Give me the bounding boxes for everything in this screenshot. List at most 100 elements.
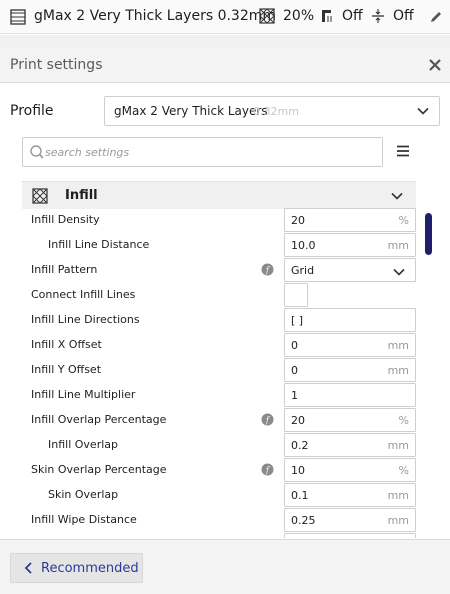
recommended-label: Recommended <box>41 561 139 576</box>
infill-value: 20% <box>283 8 315 24</box>
setting-unit: % <box>398 464 409 477</box>
setting-row: Infill Wipe Distance 0.25 mm <box>0 507 430 532</box>
setting-input[interactable]: 10 % <box>284 458 416 482</box>
setting-label: Skin Overlap <box>48 488 119 501</box>
profile-name: gMax 2 Very Thick Layers <box>114 104 268 118</box>
profile-summary: gMax 2 Very Thick Layers 0.32mm <box>34 8 277 24</box>
panel-title: Print settings <box>10 57 103 73</box>
setting-value: 0 <box>291 364 298 377</box>
setting-input[interactable]: 0.1 mm <box>284 483 416 507</box>
setting-value: Grid <box>291 264 315 277</box>
search-input[interactable] <box>45 142 375 162</box>
setting-row: Connect Infill Lines <box>0 282 430 307</box>
setting-row: Infill Density 20 % <box>0 207 430 232</box>
setting-label: Infill Density <box>31 213 100 226</box>
setting-label: Infill Pattern <box>31 263 98 276</box>
search-icon <box>29 144 45 163</box>
print-settings-header: Print settings <box>0 47 450 83</box>
setting-value: 20 <box>291 214 305 227</box>
setting-input[interactable]: [ ] <box>284 308 416 332</box>
setting-row: Skin Overlap 0.1 mm <box>0 482 430 507</box>
setting-input[interactable]: 0.2 mm <box>284 433 416 457</box>
chevron-left-icon <box>23 561 35 578</box>
chevron-down-icon <box>391 190 403 205</box>
infill-icon <box>32 188 48 207</box>
profile-dropdown[interactable]: gMax 2 Very Thick Layers 0.32mm <box>104 96 440 126</box>
setting-unit: % <box>398 414 409 427</box>
search-box[interactable] <box>22 137 383 167</box>
setting-row: Skin Overlap Percentage f 10 % <box>0 457 430 482</box>
setting-unit: mm <box>387 339 409 352</box>
setting-label: Infill Wipe Distance <box>31 513 137 526</box>
setting-value: 0.2 <box>291 439 309 452</box>
setting-input[interactable]: 10.0 mm <box>284 233 416 257</box>
category-infill[interactable]: Infill <box>22 181 416 209</box>
chevron-down-icon <box>393 266 405 280</box>
settings-list[interactable]: Infill Density 20 % Infill Line Distance… <box>0 207 430 538</box>
setting-label: Infill X Offset <box>31 338 102 351</box>
setting-row: Infill Pattern f Grid <box>0 257 430 282</box>
setting-checkbox[interactable] <box>284 283 308 307</box>
setting-label: Infill Line Distance <box>48 238 150 251</box>
setting-input[interactable]: 1 <box>284 383 416 407</box>
toolbar-gap <box>0 35 450 47</box>
setting-label: Infill Overlap Percentage <box>31 413 167 426</box>
profile-quality: 0.32mm <box>253 105 299 118</box>
function-icon[interactable]: f <box>261 413 274 426</box>
setting-label: Infill Y Offset <box>31 363 102 376</box>
setting-unit: mm <box>387 439 409 452</box>
setting-unit: mm <box>387 489 409 502</box>
setting-label: Infill Overlap <box>48 438 118 451</box>
setting-row: Infill Line Distance 10.0 mm <box>0 232 430 257</box>
setting-row: Infill Y Offset 0 mm <box>0 357 430 382</box>
setting-unit: mm <box>387 364 409 377</box>
setting-row: Infill Overlap Percentage f 20 % <box>0 407 430 432</box>
settings-menu-button[interactable] <box>394 142 412 160</box>
close-icon <box>429 59 441 71</box>
infill-icon <box>259 8 275 24</box>
function-icon[interactable]: f <box>261 263 274 276</box>
setting-row: Infill Line Directions [ ] <box>0 307 430 332</box>
setting-value: 20 <box>291 414 305 427</box>
setting-input[interactable]: 20 % <box>284 208 416 232</box>
setting-row: Infill X Offset 0 mm <box>0 332 430 357</box>
setting-value: 0.1 <box>291 489 309 502</box>
print-setup-bar[interactable]: gMax 2 Very Thick Layers 0.32mm 20% Off … <box>0 0 450 34</box>
setting-value: 10.0 <box>291 239 316 252</box>
close-button[interactable] <box>426 56 444 74</box>
setting-label: Connect Infill Lines <box>31 288 136 301</box>
hamburger-icon <box>397 145 409 157</box>
setting-value: 0.25 <box>291 514 316 527</box>
setting-row: Infill Line Multiplier 1 <box>0 382 430 407</box>
setting-label: Infill Line Directions <box>31 313 140 326</box>
settings-scrollbar[interactable] <box>425 213 432 255</box>
support-icon <box>320 8 336 24</box>
support-value: Off <box>342 8 363 24</box>
setting-label: Infill Line Multiplier <box>31 388 136 401</box>
function-icon[interactable]: f <box>261 463 274 476</box>
setting-value: 10 <box>291 464 305 477</box>
setting-input[interactable]: 20 % <box>284 408 416 432</box>
panel-footer: Recommended <box>0 539 450 594</box>
setting-input[interactable]: 0 mm <box>284 333 416 357</box>
setting-unit: mm <box>387 239 409 252</box>
profile-label: Profile <box>10 103 54 119</box>
layers-icon <box>10 9 26 25</box>
setting-value: 0 <box>291 339 298 352</box>
setting-input[interactable] <box>284 533 416 538</box>
setting-row: Infill Overlap 0.2 mm <box>0 432 430 457</box>
setting-unit: % <box>398 214 409 227</box>
setting-dropdown[interactable]: Grid <box>284 258 416 282</box>
setting-unit: mm <box>387 514 409 527</box>
setting-value: [ ] <box>291 314 304 327</box>
setting-input[interactable]: 0 mm <box>284 358 416 382</box>
adhesion-value: Off <box>393 8 414 24</box>
pencil-icon[interactable] <box>428 9 444 25</box>
category-label: Infill <box>65 188 98 203</box>
chevron-down-icon <box>417 105 429 120</box>
setting-value: 1 <box>291 389 298 402</box>
setting-label: Skin Overlap Percentage <box>31 463 167 476</box>
setting-input[interactable]: 0.25 mm <box>284 508 416 532</box>
recommended-button[interactable]: Recommended <box>10 553 143 583</box>
adhesion-icon <box>370 8 386 24</box>
